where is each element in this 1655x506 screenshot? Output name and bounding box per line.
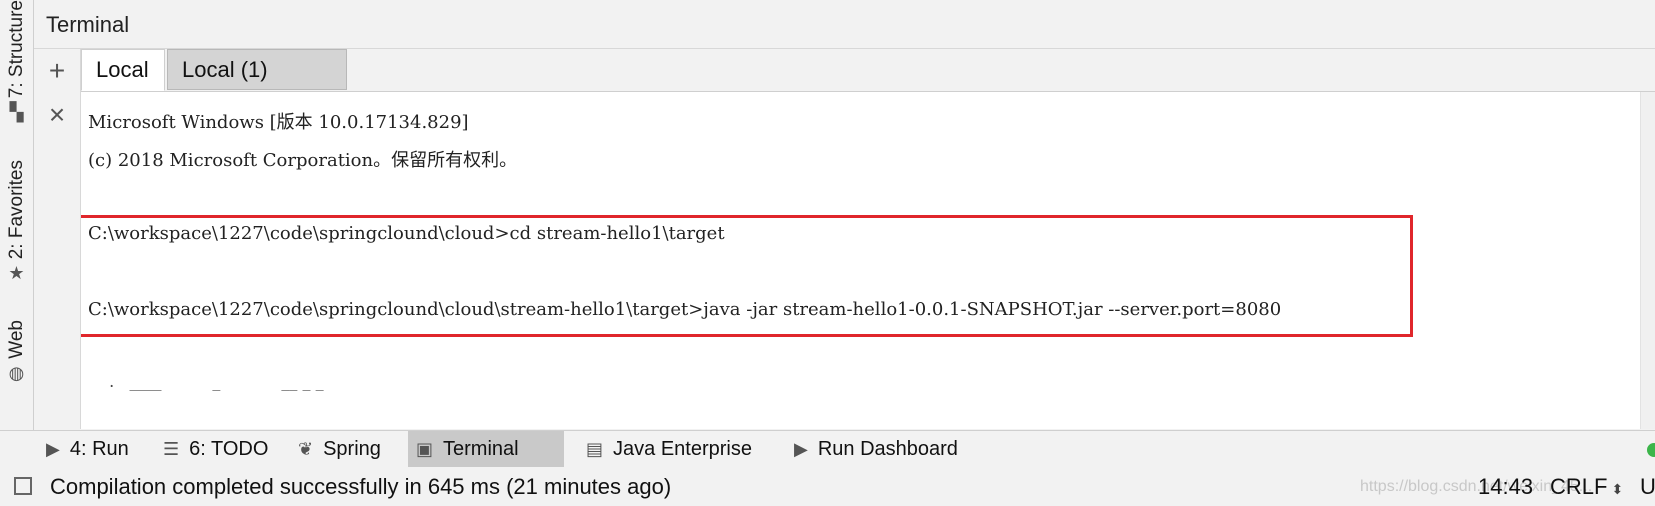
close-icon: × — [48, 99, 66, 130]
close-session-button[interactable]: × — [34, 97, 80, 133]
list-icon: ☰ — [163, 438, 180, 459]
run-dashboard-tool-label: Run Dashboard — [817, 437, 958, 460]
terminal-icon: ▣ — [416, 438, 434, 459]
terminal-tool-label: Terminal — [443, 437, 519, 460]
line-ending-label: CRLF — [1550, 474, 1608, 499]
star-icon: ★ — [8, 263, 25, 284]
web-tool-label: Web — [5, 320, 27, 359]
favorites-tool-label: 2: Favorites — [5, 160, 27, 260]
left-tool-strip: 7: Structure ▚ 2: Favorites ★ Web ◍ — [0, 0, 34, 430]
terminal-line: Microsoft Windows [版本 10.0.17134.829] — [88, 112, 469, 133]
structure-tool-label: 7: Structure — [5, 0, 27, 99]
favorites-tool-tab[interactable]: 2: Favorites ★ — [0, 160, 33, 283]
ee-icon: ▤ — [586, 438, 604, 459]
structure-icon: ▚ — [9, 102, 24, 123]
encoding-selector[interactable]: U — [1640, 474, 1655, 500]
status-message: Compilation completed successfully in 64… — [50, 474, 672, 499]
new-session-button[interactable]: + — [34, 53, 80, 89]
java-enterprise-tool-tab[interactable]: ▤ Java Enterprise — [578, 431, 760, 467]
terminal-window-title: Terminal — [46, 12, 130, 37]
highlight-annotation-box — [81, 215, 1413, 337]
web-tool-tab[interactable]: Web ◍ — [0, 320, 33, 383]
play-icon: ▶ — [46, 438, 60, 459]
terminal-scrollbar[interactable] — [1640, 92, 1655, 429]
spring-tool-label: Spring — [323, 437, 381, 460]
tab-local-label: Local — [96, 57, 149, 82]
terminal-toolbar: + × — [34, 49, 81, 429]
caret-position[interactable]: 14:43 — [1478, 474, 1533, 500]
terminal-window-header: Terminal — [34, 0, 1655, 49]
tab-local[interactable]: Local — [81, 49, 165, 91]
plus-icon: + — [48, 55, 66, 86]
event-log-status-indicator[interactable] — [1647, 443, 1655, 457]
tab-local-1-label: Local (1) — [182, 56, 268, 82]
toggle-tool-windows-icon[interactable] — [14, 477, 32, 495]
run-tool-tab[interactable]: ▶ 4: Run — [38, 431, 137, 467]
spring-banner-fragment: . ____ _ __ _ _ — [99, 372, 324, 391]
terminal-line: (c) 2018 Microsoft Corporation。保留所有权利。 — [88, 150, 518, 171]
structure-tool-tab[interactable]: 7: Structure ▚ — [0, 0, 33, 122]
play-icon: ▶ — [794, 438, 808, 459]
status-bar: Compilation completed successfully in 64… — [0, 467, 1655, 506]
java-enterprise-tool-label: Java Enterprise — [613, 437, 752, 460]
session-tabs: Local Local (1) — [81, 49, 1655, 92]
bottom-tool-bar: ▶ 4: Run ☰ 6: TODO ❦ Spring ▣ Terminal ▤… — [0, 430, 1655, 468]
spring-leaf-icon: ❦ — [298, 438, 314, 459]
terminal-output[interactable]: Microsoft Windows [版本 10.0.17134.829] (c… — [81, 92, 1655, 429]
chevron-updown-icon: ⬍ — [1611, 481, 1624, 497]
tab-local-1[interactable]: Local (1) — [167, 49, 347, 90]
run-dashboard-tool-tab[interactable]: ▶ Run Dashboard — [786, 431, 966, 467]
terminal-tool-tab[interactable]: ▣ Terminal — [408, 431, 564, 467]
globe-icon: ◍ — [8, 362, 25, 383]
line-ending-selector[interactable]: CRLF ⬍ — [1550, 474, 1623, 500]
todo-tool-label: 6: TODO — [189, 437, 269, 460]
todo-tool-tab[interactable]: ☰ 6: TODO — [155, 431, 276, 467]
spring-tool-tab[interactable]: ❦ Spring — [290, 431, 389, 467]
run-tool-label: 4: Run — [69, 437, 129, 460]
